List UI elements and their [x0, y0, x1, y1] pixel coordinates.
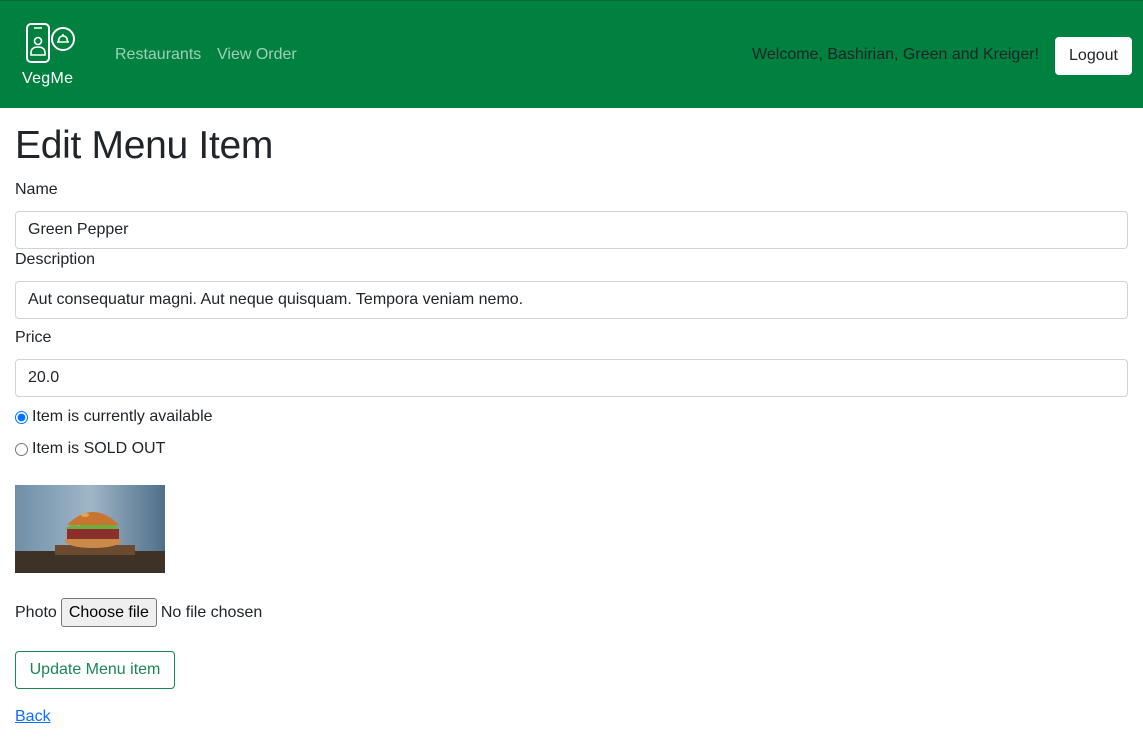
soldout-radio-label: Item is SOLD OUT	[32, 440, 166, 457]
welcome-message: Welcome, Bashirian, Green and Kreiger!	[752, 46, 1039, 63]
menu-item-photo	[15, 485, 165, 573]
brand-logo[interactable]: VegMe	[20, 21, 84, 91]
description-label: Description	[15, 251, 96, 268]
update-menu-item-button[interactable]: Update Menu item	[15, 651, 175, 689]
photo-label: Photo	[15, 603, 57, 621]
price-field[interactable]	[15, 359, 1128, 397]
soldout-radio[interactable]	[15, 442, 28, 456]
description-field[interactable]	[15, 281, 1128, 319]
availability-option-soldout: Item is SOLD OUT	[15, 440, 165, 458]
phone-food-cloche-icon	[26, 23, 75, 63]
photo-upload-row: Photo Choose file No file chosen	[15, 598, 262, 627]
price-label: Price	[15, 329, 52, 346]
available-radio[interactable]	[15, 410, 28, 424]
page-title: Edit Menu Item	[15, 124, 274, 167]
name-label: Name	[15, 181, 58, 198]
available-radio-label: Item is currently available	[32, 408, 213, 425]
name-field[interactable]	[15, 211, 1128, 249]
brand-name: VegMe	[22, 70, 74, 87]
logout-button[interactable]: Logout	[1055, 37, 1132, 75]
choose-file-button[interactable]: Choose file	[60, 598, 157, 627]
nav-link-view-order[interactable]: View Order	[217, 46, 297, 64]
availability-option-available: Item is currently available	[15, 408, 213, 426]
file-status: No file chosen	[160, 603, 263, 621]
nav-link-restaurants[interactable]: Restaurants	[115, 46, 201, 64]
back-link[interactable]: Back	[15, 708, 51, 726]
top-navbar: VegMe Restaurants View Order Welcome, Ba…	[0, 0, 1143, 108]
